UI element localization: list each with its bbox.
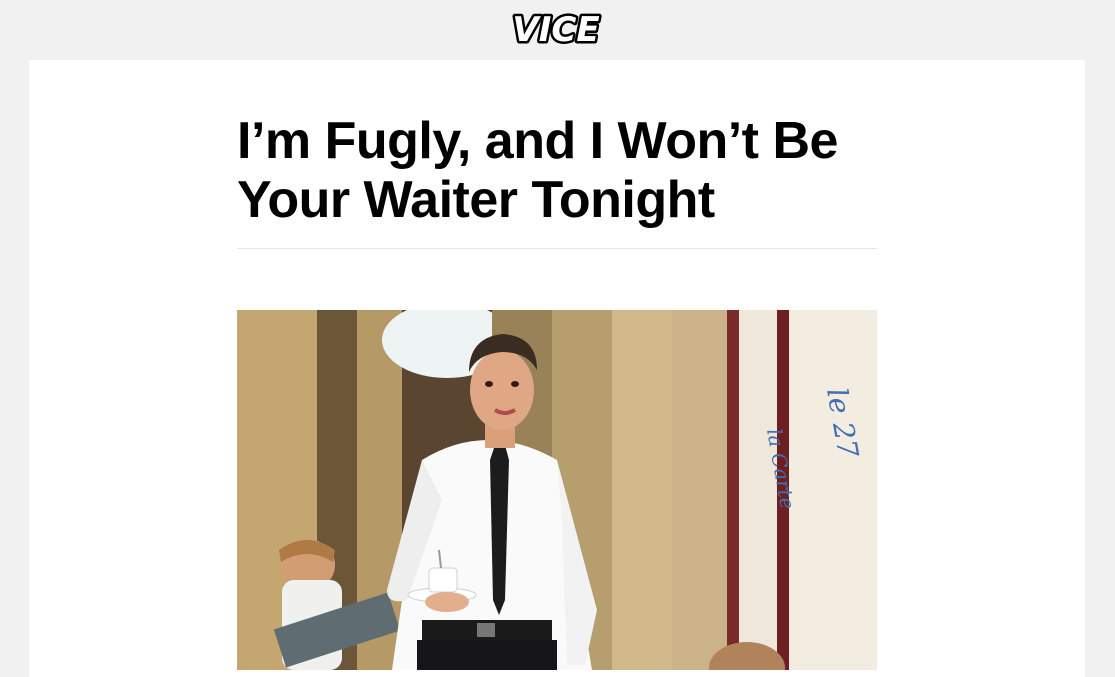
headline-divider <box>237 248 877 249</box>
site-header: VICE <box>0 0 1115 60</box>
article-headline: I’m Fugly, and I Won’t Be Your Waiter To… <box>237 112 838 229</box>
article-card: I’m Fugly, and I Won’t Be Your Waiter To… <box>29 60 1085 677</box>
hero-image: le 27 la Carte <box>237 310 877 670</box>
logo-text: VICE <box>512 10 599 50</box>
